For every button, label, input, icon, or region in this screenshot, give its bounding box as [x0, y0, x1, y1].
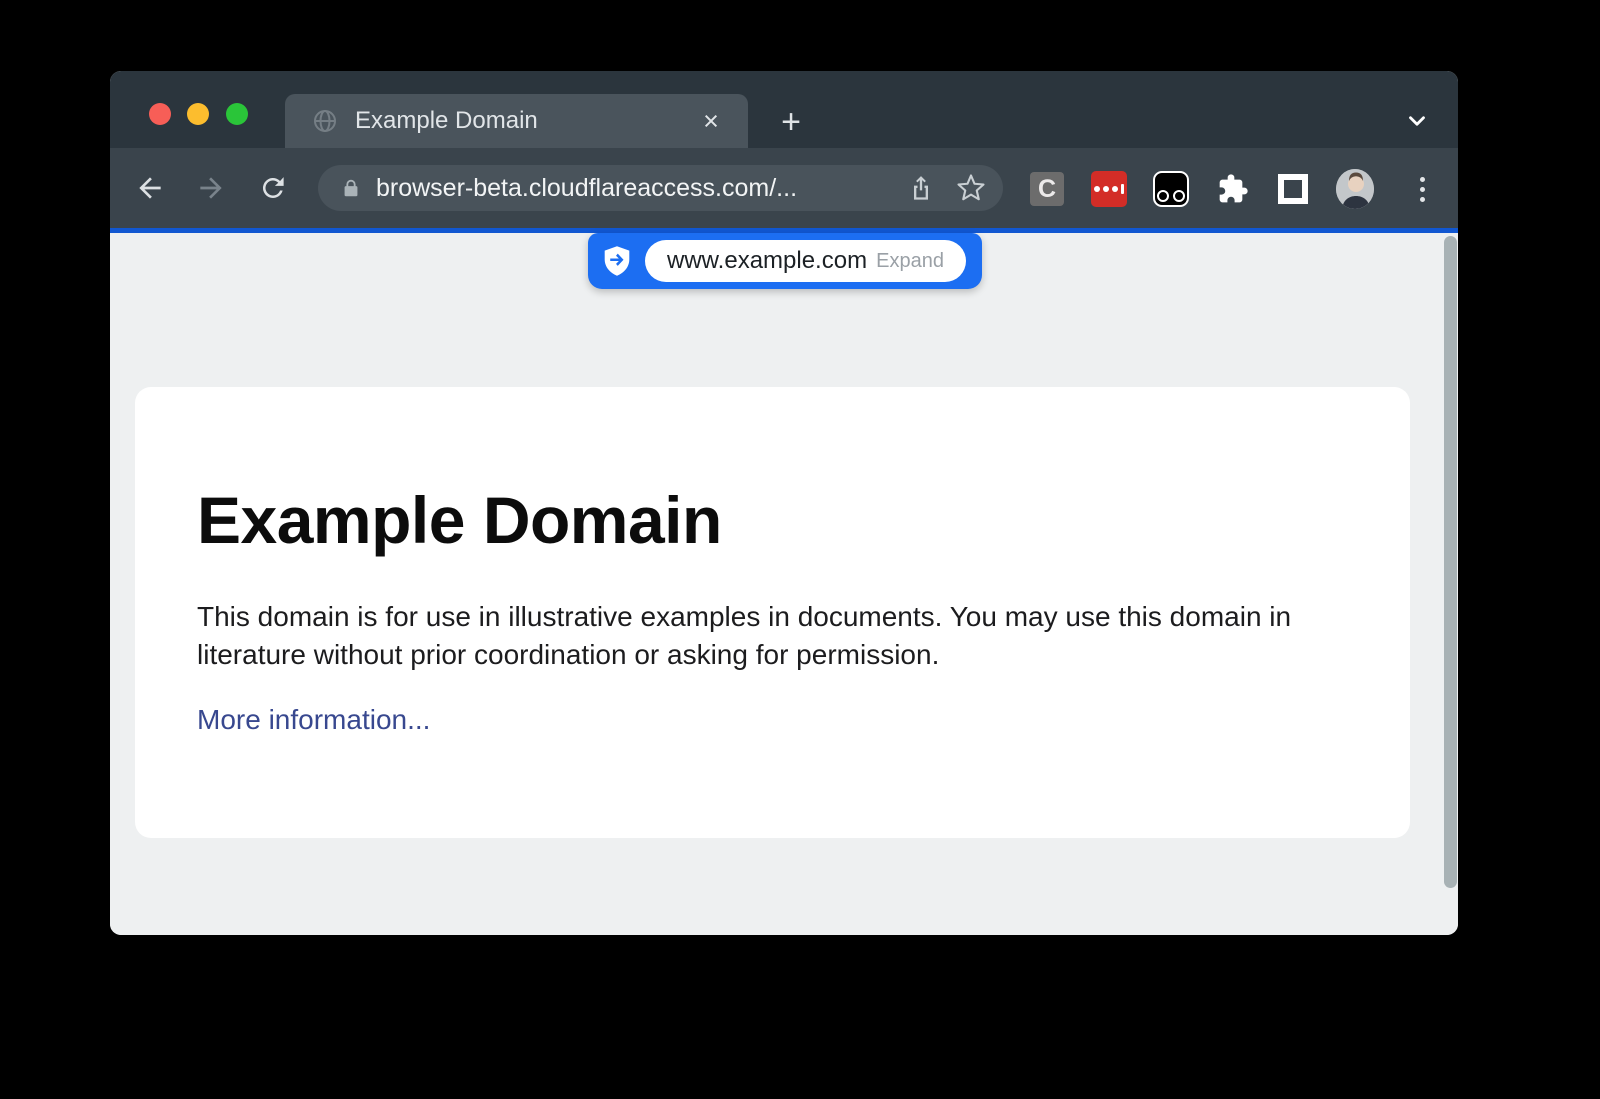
isolated-domain-text: www.example.com	[667, 247, 876, 275]
url-text: browser-beta.cloudflareaccess.com/...	[376, 174, 903, 203]
reload-button[interactable]	[255, 170, 291, 206]
tab-search-button[interactable]	[1398, 105, 1436, 137]
side-panel-button[interactable]	[1274, 170, 1312, 208]
bookmark-button[interactable]	[953, 170, 989, 206]
star-icon	[956, 173, 986, 203]
forward-button[interactable]	[193, 170, 229, 206]
c-extension-icon: C	[1030, 172, 1064, 206]
isolated-domain-chip: www.example.com Expand	[645, 240, 966, 282]
tab-close-icon[interactable]: ×	[696, 106, 726, 136]
extension-lastpass-button[interactable]	[1090, 170, 1128, 208]
puzzle-piece-icon	[1217, 173, 1249, 205]
tab-example-domain[interactable]: Example Domain ×	[285, 94, 748, 148]
globe-icon	[313, 109, 337, 133]
new-tab-button[interactable]: +	[772, 105, 810, 139]
avatar	[1336, 169, 1374, 209]
browser-window: Example Domain × +	[110, 71, 1458, 935]
address-bar[interactable]: browser-beta.cloudflareaccess.com/...	[318, 165, 1003, 211]
page-paragraph: This domain is for use in illustrative e…	[197, 598, 1347, 674]
tab-strip: Example Domain × +	[110, 71, 1458, 148]
arrow-left-icon	[134, 172, 166, 204]
zoom-window-button[interactable]	[226, 103, 248, 125]
share-icon	[907, 174, 935, 202]
lastpass-dots-icon	[1091, 171, 1127, 207]
content-card: Example Domain This domain is for use in…	[135, 387, 1410, 838]
isolation-indicator-pill[interactable]: www.example.com Expand	[588, 233, 982, 289]
lock-icon	[340, 176, 362, 200]
minimize-window-button[interactable]	[187, 103, 209, 125]
toolbar: browser-beta.cloudflareaccess.com/... C	[110, 148, 1458, 228]
close-window-button[interactable]	[149, 103, 171, 125]
profile-button[interactable]	[1336, 170, 1374, 208]
binoculars-icon	[1153, 171, 1189, 207]
shield-arrow-icon	[602, 245, 632, 277]
browser-menu-button[interactable]	[1403, 170, 1441, 208]
kebab-menu-icon	[1420, 177, 1425, 202]
extension-binoculars-button[interactable]	[1152, 170, 1190, 208]
arrow-right-icon	[195, 172, 227, 204]
side-panel-icon	[1278, 174, 1308, 204]
extension-c-button[interactable]: C	[1028, 170, 1066, 208]
back-button[interactable]	[132, 170, 168, 206]
extensions-menu-button[interactable]	[1214, 170, 1252, 208]
vertical-scrollbar[interactable]	[1444, 236, 1457, 888]
chevron-down-icon	[1404, 108, 1430, 134]
page-title: Example Domain	[197, 482, 1410, 558]
tab-title: Example Domain	[355, 107, 696, 135]
page-viewport: www.example.com Expand Example Domain Th…	[110, 233, 1458, 935]
share-button[interactable]	[903, 170, 939, 206]
expand-button[interactable]: Expand	[876, 250, 944, 273]
reload-icon	[258, 173, 288, 203]
more-information-link[interactable]: More information...	[197, 704, 430, 736]
